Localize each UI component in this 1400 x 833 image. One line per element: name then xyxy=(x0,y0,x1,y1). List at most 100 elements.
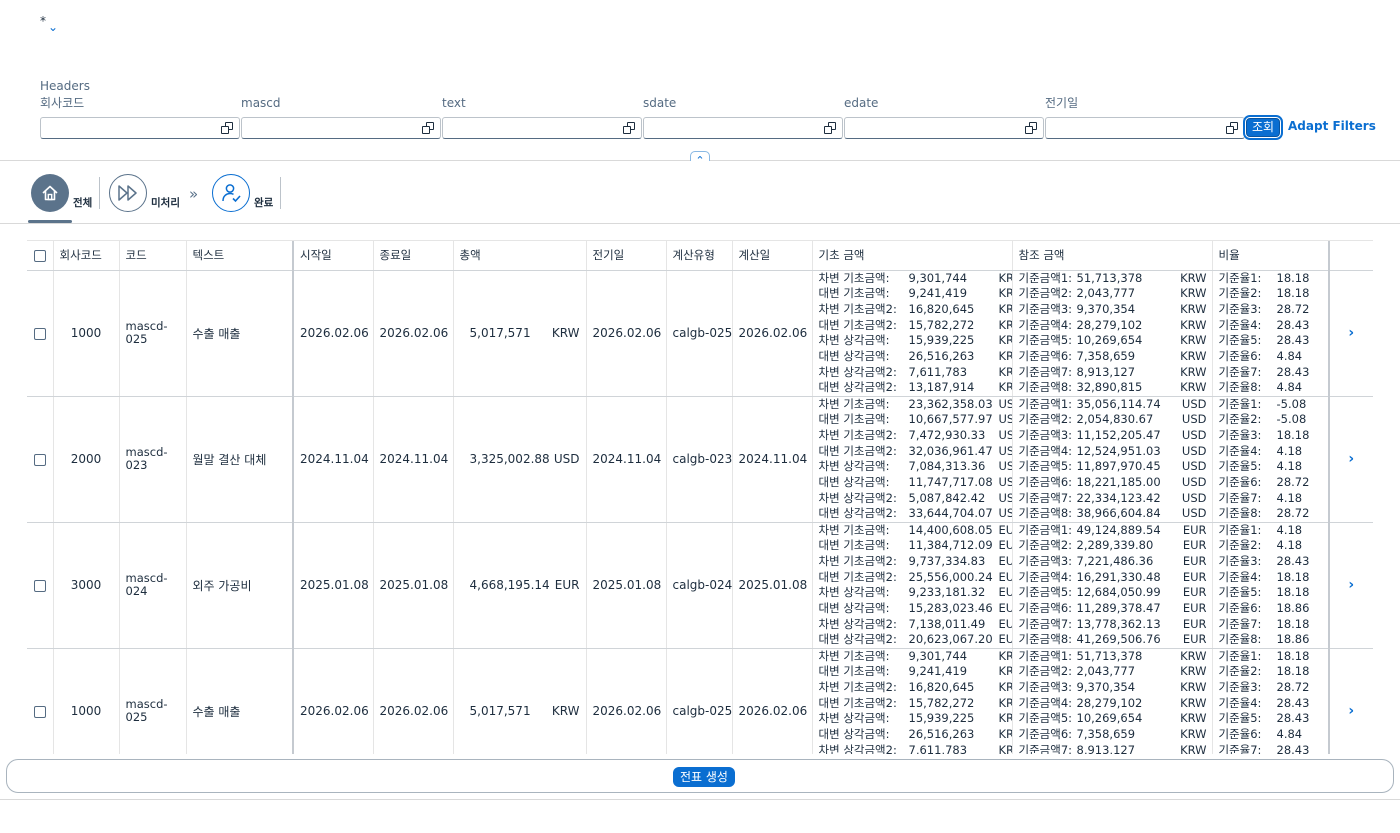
column-header[interactable]: 참조 금액 xyxy=(1012,241,1213,271)
chevron-down-icon[interactable]: ⌄ xyxy=(48,20,58,34)
value-help-icon[interactable] xyxy=(422,122,434,134)
text-input[interactable] xyxy=(442,117,642,139)
value-help-icon[interactable] xyxy=(1226,122,1238,134)
row-select-cell[interactable] xyxy=(27,270,54,397)
column-header[interactable]: 계산유형 xyxy=(666,241,733,271)
detail-key: 기준율4: xyxy=(1218,443,1262,458)
detail-currency: EUR xyxy=(1182,522,1207,537)
detail-line: 기준율4: 4.18 xyxy=(1218,443,1328,460)
select-all-cell[interactable] xyxy=(27,241,54,271)
detail-line: 대변 상각금액: 26,516,263 KRW xyxy=(819,727,1012,743)
detail-key: 기준율7: xyxy=(1218,742,1262,754)
column-header[interactable]: 기초 금액 xyxy=(812,241,1013,271)
mascd-input[interactable] xyxy=(241,117,441,139)
row-select-cell[interactable] xyxy=(27,522,54,649)
column-header[interactable]: 시작일 xyxy=(293,241,374,271)
detail-value: 2,043,777 xyxy=(1076,286,1136,301)
value-help-icon[interactable] xyxy=(623,122,635,134)
tab-separator xyxy=(99,177,100,209)
row-checkbox[interactable] xyxy=(33,327,46,340)
row-navigation-cell[interactable]: › xyxy=(1329,648,1373,754)
table-row[interactable]: 3000 mascd-024 외주 가공비 2025.01.08 2025.01.08 4… xyxy=(27,522,1373,649)
row-select-cell[interactable] xyxy=(27,648,54,754)
detail-value: 20,623,067.20 xyxy=(908,632,993,647)
company-code-input[interactable] xyxy=(40,117,240,139)
column-header[interactable]: 총액 xyxy=(453,241,587,271)
code-cell: mascd-023 xyxy=(119,396,187,523)
detail-value: 18.18 xyxy=(1276,648,1310,663)
variant-selector[interactable]: * ⌄ xyxy=(40,14,58,34)
detail-line: 기준금액8: 32,890,815 KRW xyxy=(1019,380,1212,395)
go-button[interactable]: 조회 xyxy=(1243,115,1283,140)
chevron-right-icon[interactable]: › xyxy=(1348,325,1354,341)
detail-value: 28.43 xyxy=(1276,364,1310,379)
chevron-right-icon[interactable]: › xyxy=(1348,577,1354,593)
detail-key: 대변 기초금액2: xyxy=(818,317,897,332)
column-header[interactable]: 계산일 xyxy=(732,241,813,271)
detail-value: 7,221,486.36 xyxy=(1076,553,1154,568)
detail-line: 차변 기초금액: 9,301,744 KRW xyxy=(819,649,1012,665)
basic-amount-cell: 차변 기초금액: 14,400,608.05 EUR 대변 기초금액: 11,384,7… xyxy=(812,522,1013,649)
row-checkbox[interactable] xyxy=(33,705,46,718)
posting-date-input[interactable] xyxy=(1045,117,1245,139)
posting-date-cell: 2025.01.08 xyxy=(586,522,667,649)
tab-separator xyxy=(280,177,281,209)
row-checkbox[interactable] xyxy=(33,579,46,592)
value-help-icon[interactable] xyxy=(1025,122,1037,134)
row-checkbox[interactable] xyxy=(33,453,46,466)
adapt-filters-button[interactable]: Adapt Filters xyxy=(1288,119,1376,133)
detail-currency: KRW xyxy=(1180,286,1207,301)
detail-key: 기준금액6: xyxy=(1018,474,1073,489)
filter-sdate: sdate xyxy=(643,96,843,139)
detail-line: 대변 기초금액2: 15,782,272 KRW xyxy=(819,696,1012,712)
table-row[interactable]: 1000 mascd-025 수출 매출 2026.02.06 2026.02.06 5,… xyxy=(27,648,1373,754)
detail-value: 9,370,354 xyxy=(1076,679,1136,694)
detail-value: 5,087,842.42 xyxy=(908,490,986,505)
detail-value: 18.86 xyxy=(1276,632,1310,647)
column-header[interactable]: 코드 xyxy=(119,241,187,271)
detail-currency: KRW xyxy=(1180,648,1207,663)
row-navigation-cell[interactable]: › xyxy=(1329,396,1373,523)
posting-date-cell: 2026.02.06 xyxy=(586,648,667,754)
detail-line: 차변 상각금액: 15,939,225 KRW xyxy=(819,711,1012,727)
row-select-cell[interactable] xyxy=(27,396,54,523)
detail-value: 9,301,744 xyxy=(908,648,968,663)
column-header[interactable]: 종료일 xyxy=(373,241,454,271)
column-header[interactable]: 전기일 xyxy=(586,241,667,271)
detail-value: 11,897,970.45 xyxy=(1076,459,1161,474)
total-amount-cell: 4,668,195.14 EUR xyxy=(453,522,587,649)
row-navigation-cell[interactable]: › xyxy=(1329,522,1373,649)
value-help-icon[interactable] xyxy=(221,122,233,134)
detail-currency: EUR xyxy=(998,522,1012,537)
column-header[interactable]: 비율 xyxy=(1212,241,1330,271)
detail-line: 대변 상각금액2: 20,623,067.20 EUR xyxy=(819,632,1012,647)
chevron-right-icon[interactable]: › xyxy=(1348,703,1354,719)
column-header[interactable]: 회사코드 xyxy=(53,241,120,271)
filter-edate: edate xyxy=(844,96,1044,139)
detail-key: 대변 상각금액: xyxy=(818,348,890,363)
edate-input[interactable] xyxy=(844,117,1044,139)
tab-all[interactable]: 전체 xyxy=(31,174,92,212)
tab-unprocessed[interactable]: 미처리 xyxy=(109,174,180,212)
create-document-button[interactable]: 전표 생성 xyxy=(673,767,735,787)
detail-value: -5.08 xyxy=(1276,396,1307,411)
sdate-input[interactable] xyxy=(643,117,843,139)
detail-line: 차변 기초금액2: 16,820,645 KRW xyxy=(819,680,1012,696)
select-all-checkbox[interactable] xyxy=(33,249,46,262)
tab-completed[interactable]: 완료 xyxy=(212,174,273,212)
detail-value: 7,084,313.36 xyxy=(908,459,986,474)
detail-key: 대변 상각금액2: xyxy=(818,506,897,521)
table-row[interactable]: 1000 mascd-025 수출 매출 2026.02.06 2026.02.06 5,… xyxy=(27,270,1373,397)
detail-value: 4.18 xyxy=(1276,538,1303,553)
chevron-right-icon[interactable]: › xyxy=(1348,451,1354,467)
detail-value: 4.18 xyxy=(1276,459,1303,474)
detail-key: 기준율8: xyxy=(1218,506,1262,521)
bottom-divider xyxy=(0,799,1400,800)
row-navigation-cell[interactable]: › xyxy=(1329,270,1373,397)
value-help-icon[interactable] xyxy=(824,122,836,134)
detail-line: 기준금액7: 22,334,123.42 USD xyxy=(1019,491,1212,507)
table-row[interactable]: 2000 mascd-023 월말 결산 대체 2024.11.04 2024.11.0… xyxy=(27,396,1373,523)
calc-date-cell: 2026.02.06 xyxy=(732,270,813,397)
column-header[interactable]: 텍스트 xyxy=(186,241,294,271)
detail-key: 기준율6: xyxy=(1218,348,1262,363)
